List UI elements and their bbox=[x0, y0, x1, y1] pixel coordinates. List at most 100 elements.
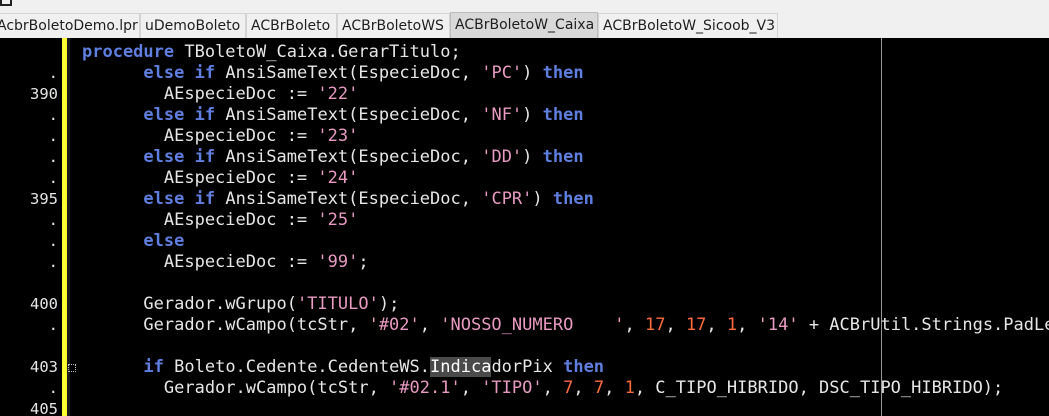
keyword-token: if bbox=[194, 147, 216, 167]
string-token: '25' bbox=[317, 210, 359, 230]
line-number: . bbox=[48, 106, 58, 124]
string-token: 'TIPO' bbox=[481, 378, 543, 398]
line-number: 400 bbox=[30, 295, 58, 313]
string-token: 'TITULO' bbox=[296, 294, 379, 314]
line-number: . bbox=[48, 211, 58, 229]
code-token: , bbox=[460, 378, 482, 398]
keyword-token: else bbox=[143, 105, 185, 125]
code-line[interactable]: Gerador.wGrupo('TITULO'); bbox=[82, 294, 399, 315]
code-line[interactable]: Gerador.wCampo(tcStr, '#02.1', 'TIPO', 7… bbox=[82, 378, 1003, 399]
code-line[interactable]: AEspecieDoc := '22' bbox=[82, 84, 358, 105]
line-number: . bbox=[48, 316, 58, 334]
number-token: 1 bbox=[726, 315, 738, 335]
line-number: . bbox=[48, 64, 58, 82]
code-token: Boleto.Cedente.CedenteWS. bbox=[163, 357, 431, 377]
code-line[interactable]: else if AnsiSameText(EspecieDoc, 'DD') t… bbox=[82, 147, 584, 168]
tab-acbrboletodemo-lpr[interactable]: AcbrBoletoDemo.lpr bbox=[0, 13, 140, 38]
fold-marker-icon[interactable] bbox=[68, 364, 76, 372]
string-token: 'NOSSO_NUMERO ' bbox=[440, 315, 625, 335]
number-token: 1 bbox=[624, 378, 635, 398]
code-line[interactable]: if Boleto.Cedente.CedenteWS.IndicadorPix… bbox=[82, 357, 604, 378]
string-token: 'PC' bbox=[481, 63, 523, 83]
code-token: AEspecieDoc := bbox=[82, 126, 318, 146]
line-number: . bbox=[48, 169, 58, 187]
code-line[interactable]: Gerador.wCampo(tcStr, '#02', 'NOSSO_NUME… bbox=[82, 315, 1049, 336]
keyword-token: then bbox=[542, 147, 584, 167]
keyword-token: procedure bbox=[82, 42, 175, 62]
toolbar-icon[interactable] bbox=[0, 0, 12, 6]
code-token: dorPix bbox=[491, 357, 564, 377]
code-token: , bbox=[665, 315, 686, 335]
tab-acbrboletow-sicoob-v3[interactable]: ACBrBoletoW_Sicoob_V3 bbox=[598, 13, 778, 38]
string-token: 'NF' bbox=[481, 105, 523, 125]
code-line[interactable]: AEspecieDoc := '23' bbox=[82, 126, 358, 147]
string-token: '14' bbox=[757, 315, 799, 335]
keyword-token: else bbox=[143, 231, 185, 251]
code-token: Gerador.wCampo(tcStr, bbox=[82, 378, 390, 398]
code-line[interactable]: else bbox=[82, 231, 184, 252]
string-token: '23' bbox=[317, 126, 359, 146]
line-number: . bbox=[48, 253, 58, 271]
code-token: AEspecieDoc := bbox=[82, 84, 318, 104]
keyword-token: if bbox=[194, 189, 216, 209]
line-number: . bbox=[48, 232, 58, 250]
string-token: 'CPR' bbox=[481, 189, 533, 209]
number-token: 17 bbox=[644, 315, 666, 335]
window-top-strip bbox=[0, 0, 1049, 12]
tab-udemoboleto[interactable]: uDemoBoleto bbox=[140, 13, 246, 38]
code-token: , bbox=[573, 378, 594, 398]
string-token: '#02' bbox=[368, 315, 420, 335]
code-token: , bbox=[737, 315, 758, 335]
line-number: . bbox=[48, 127, 58, 145]
keyword-token: then bbox=[542, 105, 584, 125]
code-token: Gerador.wGrupo( bbox=[82, 294, 297, 314]
code-token: , bbox=[624, 315, 645, 335]
code-token: AnsiSameText(EspecieDoc, bbox=[215, 105, 482, 125]
string-token: '22' bbox=[317, 84, 359, 104]
code-token: AnsiSameText(EspecieDoc, bbox=[215, 63, 482, 83]
code-token: AnsiSameText(EspecieDoc, bbox=[215, 189, 482, 209]
tab-acbrboletows[interactable]: ACBrBoletoWS bbox=[337, 13, 450, 38]
line-number: 395 bbox=[30, 190, 58, 208]
code-token: ) bbox=[522, 63, 543, 83]
code-line[interactable]: else if AnsiSameText(EspecieDoc, 'NF') t… bbox=[82, 105, 584, 126]
code-token: , bbox=[604, 378, 625, 398]
code-token: + ACBrUtil.Strings.PadLeft bbox=[798, 315, 1049, 335]
code-token: AEspecieDoc := bbox=[82, 210, 318, 230]
code-line[interactable]: AEspecieDoc := '24' bbox=[82, 168, 358, 189]
code-line[interactable]: AEspecieDoc := '99'; bbox=[82, 252, 369, 273]
code-line[interactable]: else if AnsiSameText(EspecieDoc, 'PC') t… bbox=[82, 63, 583, 84]
code-line[interactable]: AEspecieDoc := '25' bbox=[82, 210, 358, 231]
code-token: AEspecieDoc := bbox=[82, 252, 318, 272]
tab-acbrboletow-caixa[interactable]: ACBrBoletoW_Caixa bbox=[450, 12, 598, 38]
right-margin-line bbox=[881, 38, 882, 416]
number-token: 17 bbox=[685, 315, 707, 335]
code-token: ); bbox=[378, 294, 400, 314]
keyword-token: else bbox=[143, 63, 185, 83]
keyword-token: then bbox=[563, 357, 605, 377]
source-editor[interactable]: . 390.... 395... 400. 403. 405 procedure TBol… bbox=[0, 38, 1049, 416]
code-token: ; bbox=[358, 252, 369, 272]
gutter-separator bbox=[67, 38, 70, 416]
number-token: 7 bbox=[593, 378, 605, 398]
code-token: AnsiSameText(EspecieDoc, bbox=[215, 147, 482, 167]
code-token: , bbox=[706, 315, 727, 335]
line-number: 405 bbox=[30, 400, 58, 416]
tab-acbrboleto[interactable]: ACBrBoleto bbox=[246, 13, 337, 38]
line-number: 390 bbox=[30, 85, 58, 103]
keyword-token: else bbox=[143, 189, 185, 209]
keyword-token: if bbox=[194, 105, 216, 125]
string-token: 'DD' bbox=[481, 147, 523, 167]
code-line[interactable]: else if AnsiSameText(EspecieDoc, 'CPR') … bbox=[82, 189, 593, 210]
code-line[interactable]: procedure TBoletoW_Caixa.GerarTitulo; bbox=[82, 42, 461, 63]
line-number: 403 bbox=[30, 358, 58, 376]
